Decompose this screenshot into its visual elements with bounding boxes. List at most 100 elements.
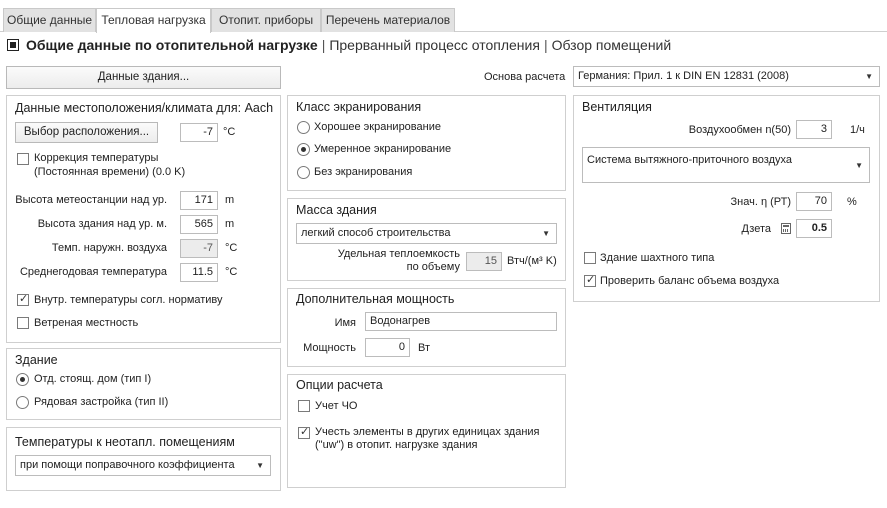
extra-power-name-label: Имя xyxy=(334,317,356,329)
account-cho-checkbox[interactable] xyxy=(298,400,310,412)
building-data-button[interactable]: Данные здания... xyxy=(6,66,281,89)
heat-capacity-sublabel: по объему xyxy=(406,261,460,273)
zeta-input[interactable]: 0.5 xyxy=(796,219,832,238)
extra-power-amount-input[interactable]: 0 xyxy=(365,338,410,357)
windy-area-label: Ветреная местность xyxy=(34,317,139,329)
building-type-group: Здание Отд. стоящ. дом (тип I) Рядовая з… xyxy=(6,348,281,420)
air-balance-label: Проверить баланс объема воздуха xyxy=(600,275,780,287)
internal-temp-label: Внутр. температуры согл. нормативу xyxy=(34,294,223,306)
chevron-down-icon: ▼ xyxy=(542,229,550,238)
tab-heating-devices[interactable]: Отопит. приборы xyxy=(211,8,321,32)
ventilation-title: Вентиляция xyxy=(582,100,652,114)
extra-power-amount-label: Мощность xyxy=(303,342,356,354)
extra-power-group: Дополнительная мощность Имя Водонагрев М… xyxy=(287,288,566,367)
rooms-overview-link[interactable]: Обзор помещений xyxy=(552,37,672,53)
annual-temp-unit: °C xyxy=(225,266,238,278)
choose-location-button[interactable]: Выбор расположения... xyxy=(15,122,158,143)
row-house-radio[interactable] xyxy=(16,396,29,409)
extra-power-name-input[interactable]: Водонагрев xyxy=(365,312,557,331)
basis-value: Германия: Прил. 1 к DIN EN 12831 (2008) xyxy=(578,70,789,82)
other-units-label: Учесть элементы в других единицах здания xyxy=(315,426,540,438)
other-units-checkbox[interactable] xyxy=(298,425,310,439)
unheated-method-value: при помощи поправочного коэффициента xyxy=(20,459,235,471)
unheated-rooms-title: Температуры к неотапл. помещениям xyxy=(15,435,235,449)
internal-temp-checkbox[interactable] xyxy=(17,292,29,306)
temp-correction-label: Коррекция температуры xyxy=(34,152,159,164)
section-square-icon xyxy=(7,39,19,51)
tab-general[interactable]: Общие данные xyxy=(3,8,96,32)
air-balance-checkbox[interactable] xyxy=(584,273,596,287)
outdoor-temp-unit: °C xyxy=(225,242,238,254)
shielding-group: Класс экранирования Хорошее экранировани… xyxy=(287,95,566,191)
windy-area-checkbox[interactable] xyxy=(17,317,29,329)
ventilation-system-value: Система вытяжного-приточного воздуха xyxy=(587,154,793,166)
calculator-icon[interactable] xyxy=(781,223,791,234)
outdoor-temp-input: -7 xyxy=(180,239,218,258)
air-exchange-unit: 1/ч xyxy=(850,124,865,136)
shaft-building-label: Здание шахтного типа xyxy=(600,252,715,264)
moderate-shielding-radio[interactable] xyxy=(297,143,310,156)
building-type-title: Здание xyxy=(15,353,58,367)
interrupted-heating-link[interactable]: Прерванный процесс отопления xyxy=(329,37,540,53)
page-title: Общие данные по отопительной нагрузке xyxy=(26,37,318,53)
tab-heat-load[interactable]: Тепловая нагрузка xyxy=(96,8,211,33)
air-exchange-label: Воздухообмен n(50) xyxy=(688,124,791,136)
separator: | xyxy=(321,37,326,53)
no-shielding-radio[interactable] xyxy=(297,166,310,179)
ventilation-group: Вентиляция Воздухообмен n(50) 3 1/ч Сист… xyxy=(573,95,880,302)
tab-materials[interactable]: Перечень материалов xyxy=(321,8,455,32)
eta-input[interactable]: 70 xyxy=(796,192,832,211)
tab-bar: Общие данные Тепловая нагрузка Отопит. п… xyxy=(0,0,887,33)
eta-label: Знач. η (РТ) xyxy=(730,196,792,208)
extra-power-title: Дополнительная мощность xyxy=(296,292,455,306)
moderate-shielding-label: Умеренное экранирование xyxy=(314,143,452,155)
station-height-label: Высота метеостанции над ур. xyxy=(15,194,167,206)
annual-temp-label: Среднегодовая температура xyxy=(19,266,167,278)
detached-house-radio[interactable] xyxy=(16,373,29,386)
good-shielding-radio[interactable] xyxy=(297,121,310,134)
heat-capacity-label: Удельная теплоемкость xyxy=(337,248,460,260)
eta-unit: % xyxy=(847,196,857,208)
annual-temp-input[interactable]: 11.5 xyxy=(180,263,218,282)
temp-correction-sublabel: (Постоянная времени) (0.0 K) xyxy=(34,166,186,178)
location-group: Данные местоположения/климата для: Aach … xyxy=(6,95,281,343)
building-mass-select[interactable]: легкий способ строительства ▼ xyxy=(296,223,557,244)
station-height-unit: m xyxy=(225,194,235,206)
ventilation-system-select[interactable]: Система вытяжного-приточного воздуха ▼ xyxy=(582,147,870,183)
other-units-sublabel: ("uw") в отопит. нагрузке здания xyxy=(315,439,478,451)
temp-correction-checkbox[interactable] xyxy=(17,153,29,165)
outdoor-temp-label: Темп. наружн. воздуха xyxy=(51,242,167,254)
separator: | xyxy=(543,37,548,53)
extra-power-unit: Вт xyxy=(418,342,431,354)
location-temp-unit: °C xyxy=(223,126,236,138)
no-shielding-label: Без экранирования xyxy=(314,166,413,178)
shielding-title: Класс экранирования xyxy=(296,100,422,114)
chevron-down-icon: ▼ xyxy=(865,72,873,81)
building-mass-value: легкий способ строительства xyxy=(301,227,451,239)
zeta-label: Дзета xyxy=(741,223,771,235)
row-house-label: Рядовая застройка (тип II) xyxy=(34,396,169,408)
page-heading: Общие данные по отопительной нагрузке | Пр… xyxy=(7,37,672,53)
basis-label: Основа расчета xyxy=(484,71,566,83)
calc-options-group: Опции расчета Учет ЧО Учесть элементы в … xyxy=(287,374,566,488)
unheated-method-select[interactable]: при помощи поправочного коэффициента ▼ xyxy=(15,455,271,476)
detached-house-label: Отд. стоящ. дом (тип I) xyxy=(34,373,152,385)
building-mass-title: Масса здания xyxy=(296,203,377,217)
location-group-title: Данные местоположения/климата для: Aach xyxy=(15,101,274,115)
building-height-unit: m xyxy=(225,218,235,230)
chevron-down-icon: ▼ xyxy=(256,461,264,470)
unheated-rooms-group: Температуры к неотапл. помещениям при по… xyxy=(6,427,281,491)
building-height-label: Высота здания над ур. м. xyxy=(37,218,167,230)
account-cho-label: Учет ЧО xyxy=(315,400,358,412)
heat-capacity-unit: Втч/(м³ K) xyxy=(507,255,557,267)
shaft-building-checkbox[interactable] xyxy=(584,252,596,264)
building-height-input[interactable]: 565 xyxy=(180,215,218,234)
air-exchange-input[interactable]: 3 xyxy=(796,120,832,139)
station-height-input[interactable]: 171 xyxy=(180,191,218,210)
location-temp-input[interactable]: -7 xyxy=(180,123,218,142)
heat-capacity-input: 15 xyxy=(466,252,502,271)
calc-options-title: Опции расчета xyxy=(296,378,383,392)
good-shielding-label: Хорошее экранирование xyxy=(314,121,441,133)
chevron-down-icon: ▼ xyxy=(855,161,863,170)
basis-select[interactable]: Германия: Прил. 1 к DIN EN 12831 (2008) … xyxy=(573,66,880,87)
